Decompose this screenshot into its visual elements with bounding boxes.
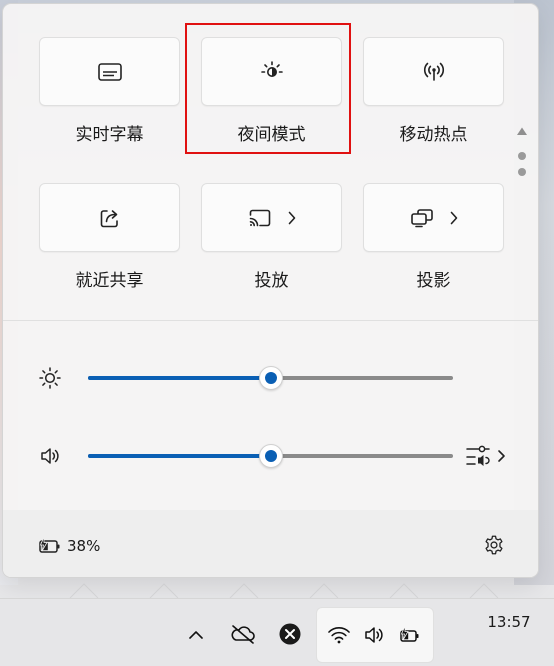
mobile-hotspot-button[interactable] — [363, 37, 504, 106]
project-icon — [409, 205, 435, 231]
tile-night-light: 夜间模式 — [201, 37, 342, 157]
live-captions-icon — [97, 59, 123, 85]
section-divider — [3, 320, 538, 321]
page-scroll-indicator — [510, 126, 534, 186]
night-light-icon — [259, 59, 285, 85]
cast-button[interactable] — [201, 183, 342, 252]
brightness-slider-thumb[interactable] — [258, 366, 283, 390]
chevron-right-icon — [448, 210, 460, 226]
volume-slider-fill — [88, 454, 271, 458]
brightness-slider-fill — [88, 376, 271, 380]
taskbar: 13:57 — [0, 598, 554, 666]
tile-label-live-captions: 实时字幕 — [75, 125, 144, 145]
onedrive-offline-icon[interactable] — [229, 622, 257, 646]
tile-label-mobile-hotspot: 移动热点 — [399, 125, 468, 145]
volume-slider-thumb[interactable] — [258, 444, 283, 468]
quick-settings-footer: 38% — [3, 510, 538, 577]
brightness-icon — [38, 366, 62, 390]
battery-charging-icon — [397, 623, 421, 647]
tile-label-night-light: 夜间模式 — [237, 125, 306, 145]
brightness-slider[interactable] — [88, 366, 453, 390]
tile-cast: 投放 — [201, 183, 342, 303]
battery-percentage: 38% — [67, 537, 101, 555]
volume-icon[interactable] — [38, 444, 62, 468]
network-volume-battery-group[interactable] — [316, 607, 434, 663]
brightness-slider-row — [3, 358, 538, 398]
chevron-up-icon[interactable] — [184, 623, 208, 647]
chevron-right-icon — [286, 210, 298, 226]
volume-icon — [362, 623, 386, 647]
taskbar-clock[interactable]: 13:57 — [474, 613, 544, 631]
tile-label-cast: 投放 — [254, 271, 289, 291]
volume-slider-row — [3, 436, 538, 476]
scroll-up-icon[interactable] — [516, 126, 528, 136]
settings-gear-icon[interactable] — [483, 534, 505, 556]
tile-label-nearby-share: 就近共享 — [75, 271, 144, 291]
nearby-share-button[interactable] — [39, 183, 180, 252]
tile-mobile-hotspot: 移动热点 — [363, 37, 504, 157]
night-light-button[interactable] — [201, 37, 342, 106]
tile-nearby-share: 就近共享 — [39, 183, 180, 303]
audio-output-button[interactable] — [465, 440, 513, 470]
tile-project: 投影 — [363, 183, 504, 303]
nearby-share-icon — [97, 205, 123, 231]
page-dot[interactable] — [518, 168, 526, 176]
quick-settings-panel: 实时字幕 夜间模式 移动热点 就近共享 投放 投影 38% — [2, 3, 539, 578]
cast-icon — [247, 205, 273, 231]
project-button[interactable] — [363, 183, 504, 252]
close-circle-icon[interactable] — [278, 622, 302, 646]
page-dot[interactable] — [518, 152, 526, 160]
volume-slider[interactable] — [88, 444, 453, 468]
wifi-icon — [327, 623, 351, 647]
tile-label-project: 投影 — [416, 271, 451, 291]
battery-status[interactable]: 38% — [37, 534, 100, 558]
battery-charging-icon — [37, 536, 61, 556]
quick-settings-tile-grid: 实时字幕 夜间模式 移动热点 就近共享 投放 投影 — [39, 37, 505, 317]
tile-live-captions: 实时字幕 — [39, 37, 180, 157]
wallpaper-pattern-strip — [0, 580, 554, 600]
mobile-hotspot-icon — [421, 59, 447, 85]
live-captions-button[interactable] — [39, 37, 180, 106]
